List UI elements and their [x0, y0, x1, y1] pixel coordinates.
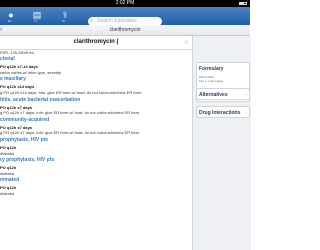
dose-line: PO q12h	[0, 165, 17, 171]
drug-header: clarithromycin ( ☆	[0, 36, 192, 50]
dose-line: PO q12h	[0, 145, 17, 150]
drug-interactions-title: Drug Interactions	[199, 110, 241, 116]
battery-icon	[239, 2, 247, 5]
formulary-tier: Tier 1: Low Copay	[199, 79, 224, 83]
dose-line: PO q12h	[0, 185, 17, 191]
formulary-title: Formulary	[199, 66, 224, 72]
dose-line: PO q12h x7 days	[0, 104, 33, 110]
section-heading: community-acquired	[0, 116, 50, 123]
navigation-bar: ‹ clarithromycin	[0, 25, 250, 36]
dose-line: PO q12h x14 days	[0, 84, 35, 90]
info-line: rifabutol	[0, 191, 15, 196]
nav-title: clarithromycin	[109, 27, 141, 33]
sidebar: Formulary Part D Plan Tier 1: Low Copay …	[192, 36, 251, 250]
section-heading: minated	[0, 177, 20, 184]
info-line: ration varies w/ infxn type, severity	[0, 69, 62, 75]
info-line: FER: 125,250/5 mL	[0, 50, 35, 55]
chevron-right-icon: ›	[245, 110, 247, 116]
status-bar: 2:02 PM	[0, 0, 250, 7]
dose-line: PO q12h x7 days	[0, 124, 33, 130]
section-heading: ry prophylaxis, HIV pts	[0, 157, 55, 164]
info-line: rifabutol	[0, 170, 15, 176]
status-time: 2:02 PM	[115, 0, 135, 6]
dose-line: PO q12h x7-14 days	[0, 64, 38, 70]
search-placeholder: Search Epocrates	[97, 18, 137, 24]
tx-label: Tx	[34, 19, 38, 23]
info-line: g PO q12h x14 days; Info: give ER form w…	[0, 90, 142, 95]
section-heading: prophylaxis, HIV pts	[0, 137, 49, 143]
alternatives-title: Alternatives	[199, 92, 228, 98]
info-line: g PO q12h x7 days; Info: give ER form w/…	[0, 130, 140, 136]
star-icon[interactable]: ☆	[184, 39, 189, 46]
rx-label: Rx	[8, 19, 12, 23]
drug-interactions-card[interactable]: Drug Interactions ›	[196, 106, 250, 118]
dx-label: Dx	[62, 19, 66, 23]
section-heading: hitis, acute bacterial exacerbation	[0, 96, 81, 103]
chevron-right-icon: ›	[245, 92, 247, 98]
dosing-content[interactable]: FFER: 125,250/5 mLcterialPO q12h x7-14 d…	[0, 50, 190, 250]
section-heading: e maxillary	[0, 76, 26, 83]
section-heading: cterial	[0, 56, 15, 63]
info-line: rifabutol	[0, 150, 15, 156]
info-line: g PO q12h x7 days; Info: give ER form w/…	[0, 110, 140, 116]
alternatives-card[interactable]: Alternatives ›	[196, 88, 250, 100]
app-toolbar: ● Rx ▤ Tx ⚕ Dx ⌕ Search Epocrates	[0, 7, 250, 26]
drug-name: clarithromycin (	[73, 39, 119, 45]
